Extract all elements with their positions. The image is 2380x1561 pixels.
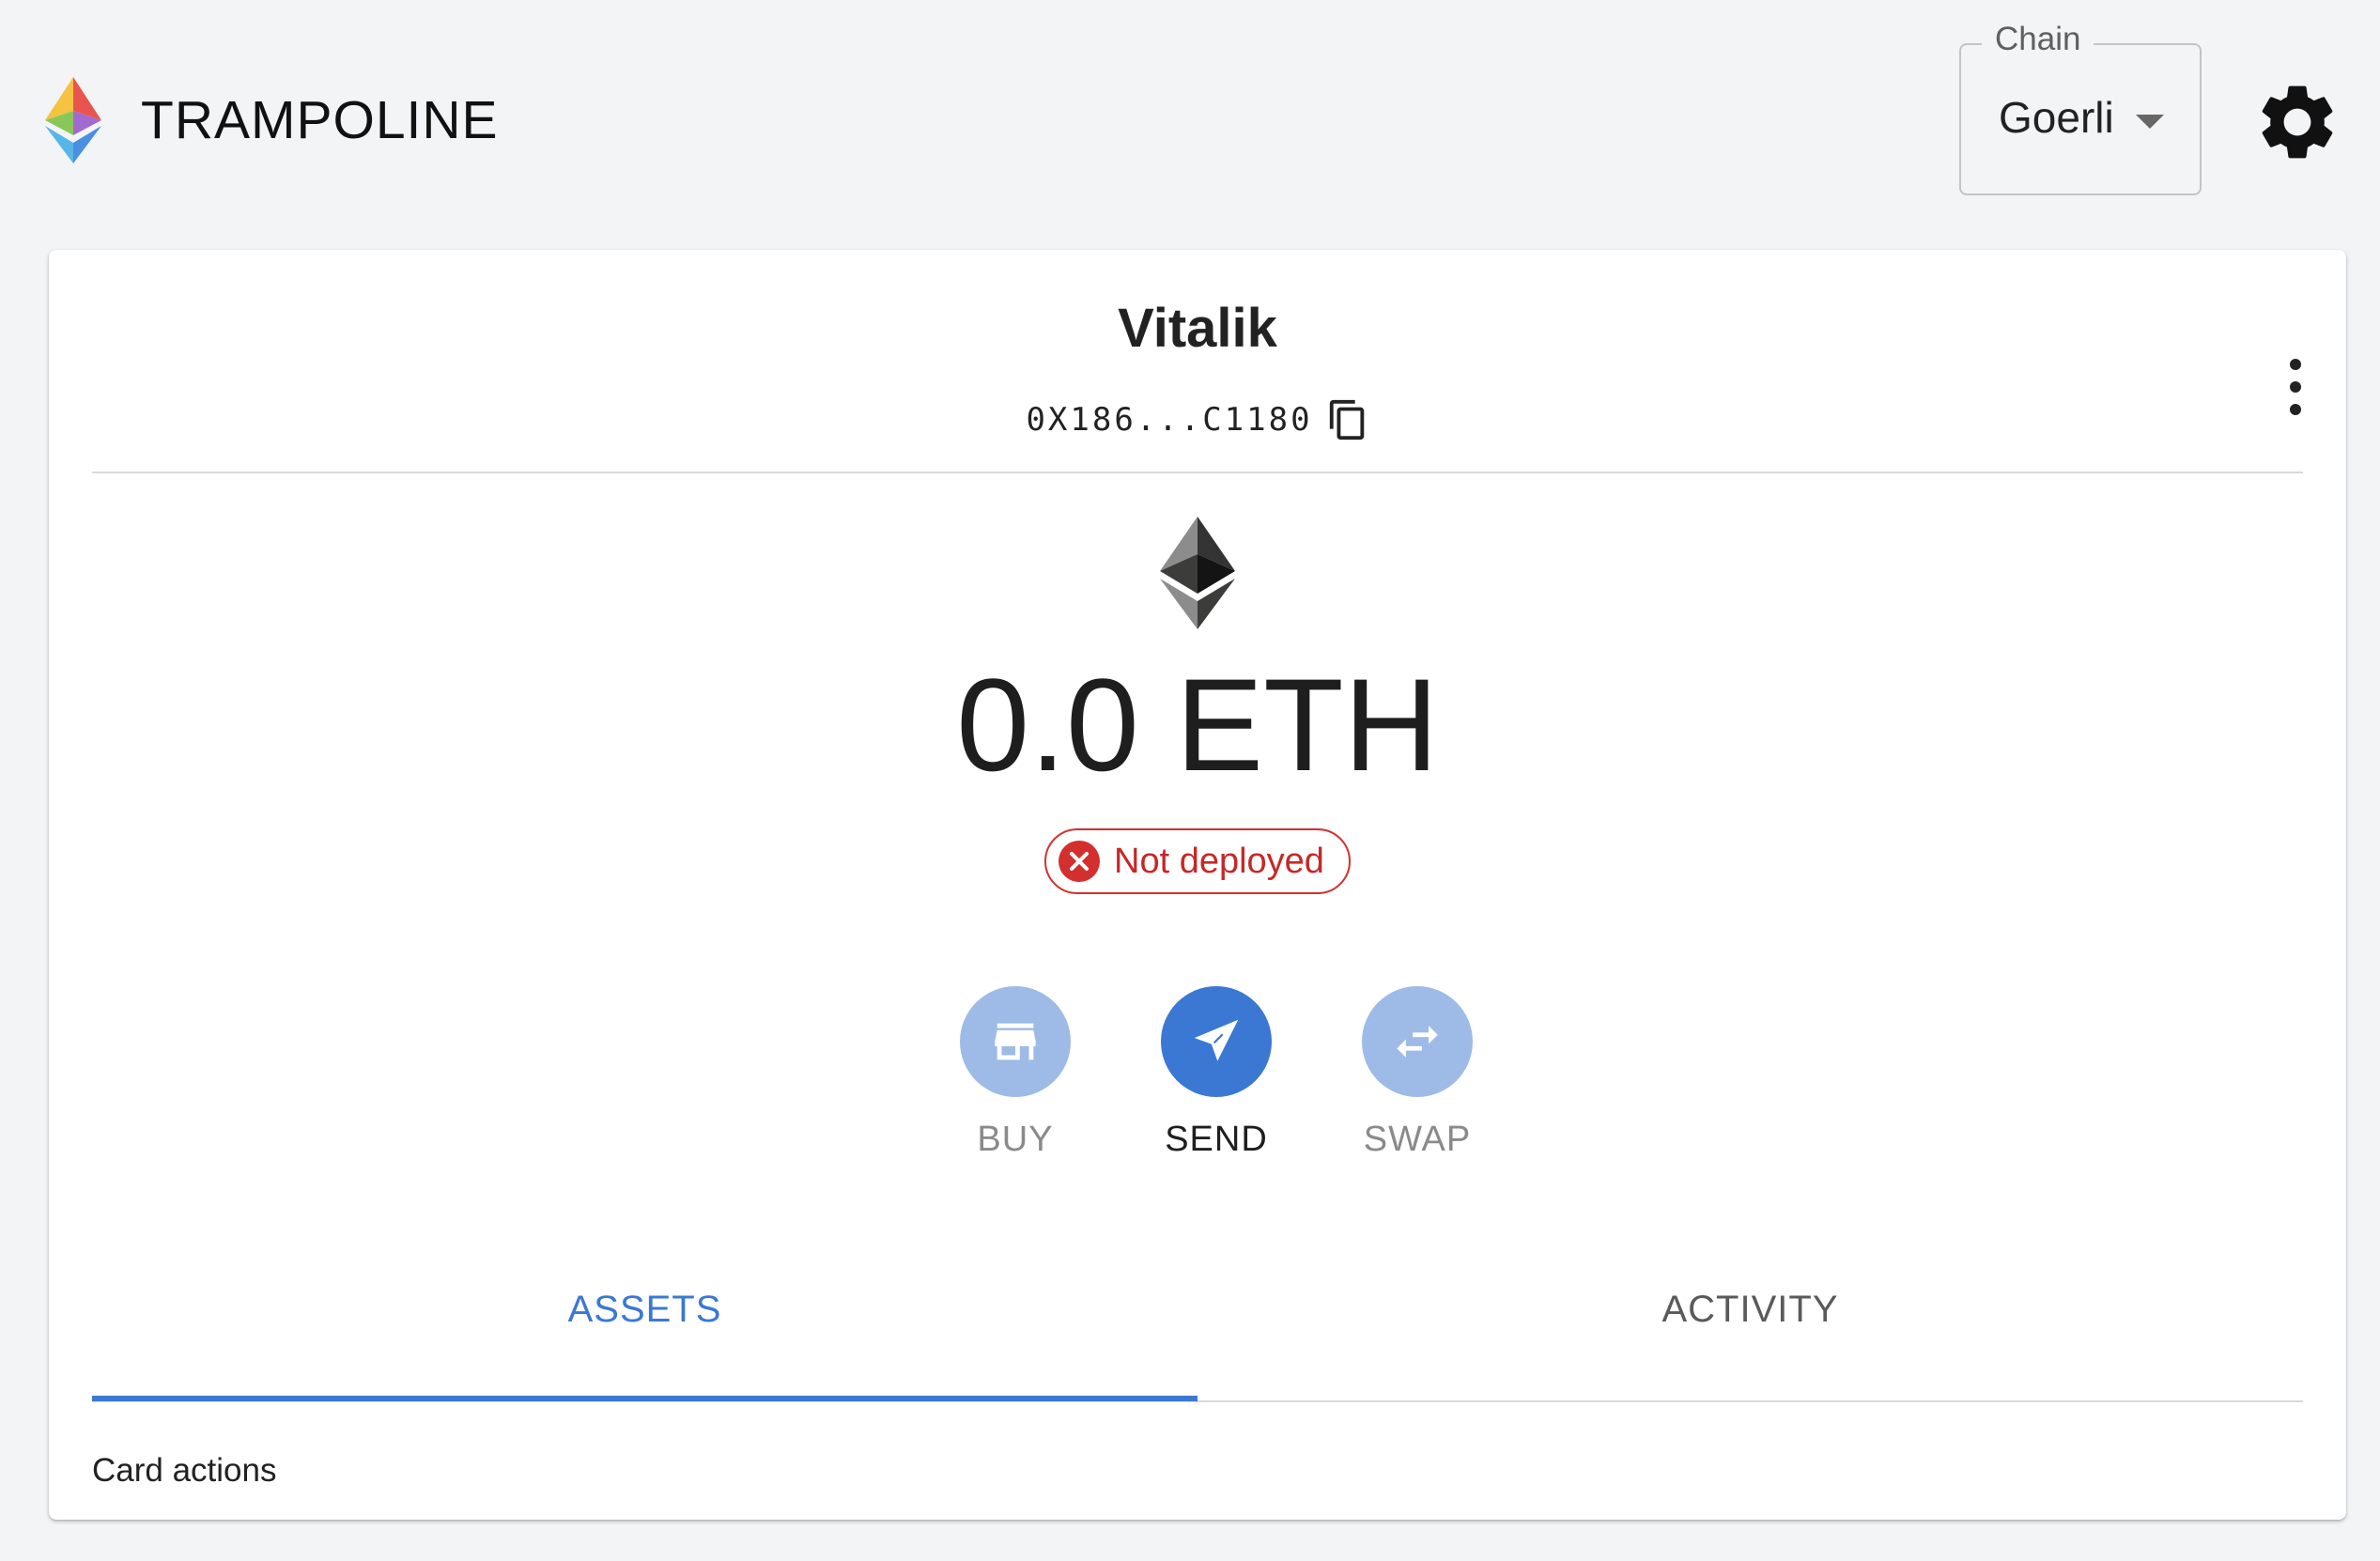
status-chip: Not deployed bbox=[1044, 828, 1351, 894]
tab-activity[interactable]: ACTIVITY bbox=[1198, 1289, 2303, 1373]
account-address: 0X186...C1180 bbox=[1026, 401, 1313, 439]
error-circle-icon bbox=[1059, 841, 1100, 882]
send-button-circle[interactable] bbox=[1161, 986, 1272, 1097]
swap-button[interactable]: SWAP bbox=[1342, 986, 1492, 1160]
ethereum-color-logo-icon bbox=[45, 77, 101, 163]
send-button[interactable]: SEND bbox=[1141, 986, 1291, 1160]
app-title: TRAMPOLINE bbox=[141, 90, 499, 150]
status-label: Not deployed bbox=[1114, 841, 1324, 881]
send-label: SEND bbox=[1165, 1120, 1268, 1159]
tab-indicator bbox=[92, 1396, 1198, 1401]
swap-button-circle[interactable] bbox=[1362, 986, 1473, 1097]
buy-label: BUY bbox=[977, 1120, 1054, 1159]
card-actions-text: Card actions bbox=[92, 1452, 277, 1489]
more-vertical-icon[interactable] bbox=[2277, 353, 2314, 421]
ethereum-logo-icon bbox=[1160, 517, 1235, 629]
swap-label: SWAP bbox=[1363, 1120, 1472, 1159]
storefront-icon bbox=[995, 1023, 1036, 1060]
chevron-down-icon bbox=[2136, 115, 2164, 129]
chain-select-value: Goerli bbox=[1999, 93, 2114, 142]
send-icon bbox=[1194, 1019, 1239, 1061]
buy-button[interactable]: BUY bbox=[940, 986, 1090, 1160]
chain-select[interactable]: Chain Goerli bbox=[1959, 21, 2202, 195]
swap-icon bbox=[1397, 1026, 1438, 1058]
gear-icon[interactable] bbox=[2252, 77, 2342, 167]
buy-button-circle[interactable] bbox=[960, 986, 1071, 1097]
chain-select-label: Chain bbox=[1982, 21, 2094, 58]
brand: TRAMPOLINE bbox=[45, 77, 499, 163]
tab-assets[interactable]: ASSETS bbox=[92, 1289, 1198, 1373]
balance-amount: 0.0 ETH bbox=[956, 651, 1439, 798]
account-card: Vitalik 0X186...C1180 0.0 ETH Not deploy… bbox=[49, 250, 2346, 1520]
wallet-page: TRAMPOLINE Chain Goerli Vitalik 0X186...… bbox=[0, 0, 2380, 1561]
header-divider bbox=[92, 471, 2303, 473]
copy-icon[interactable] bbox=[1326, 398, 1369, 441]
account-name: Vitalik bbox=[1118, 298, 1277, 359]
address-row: 0X186...C1180 bbox=[49, 398, 2346, 441]
